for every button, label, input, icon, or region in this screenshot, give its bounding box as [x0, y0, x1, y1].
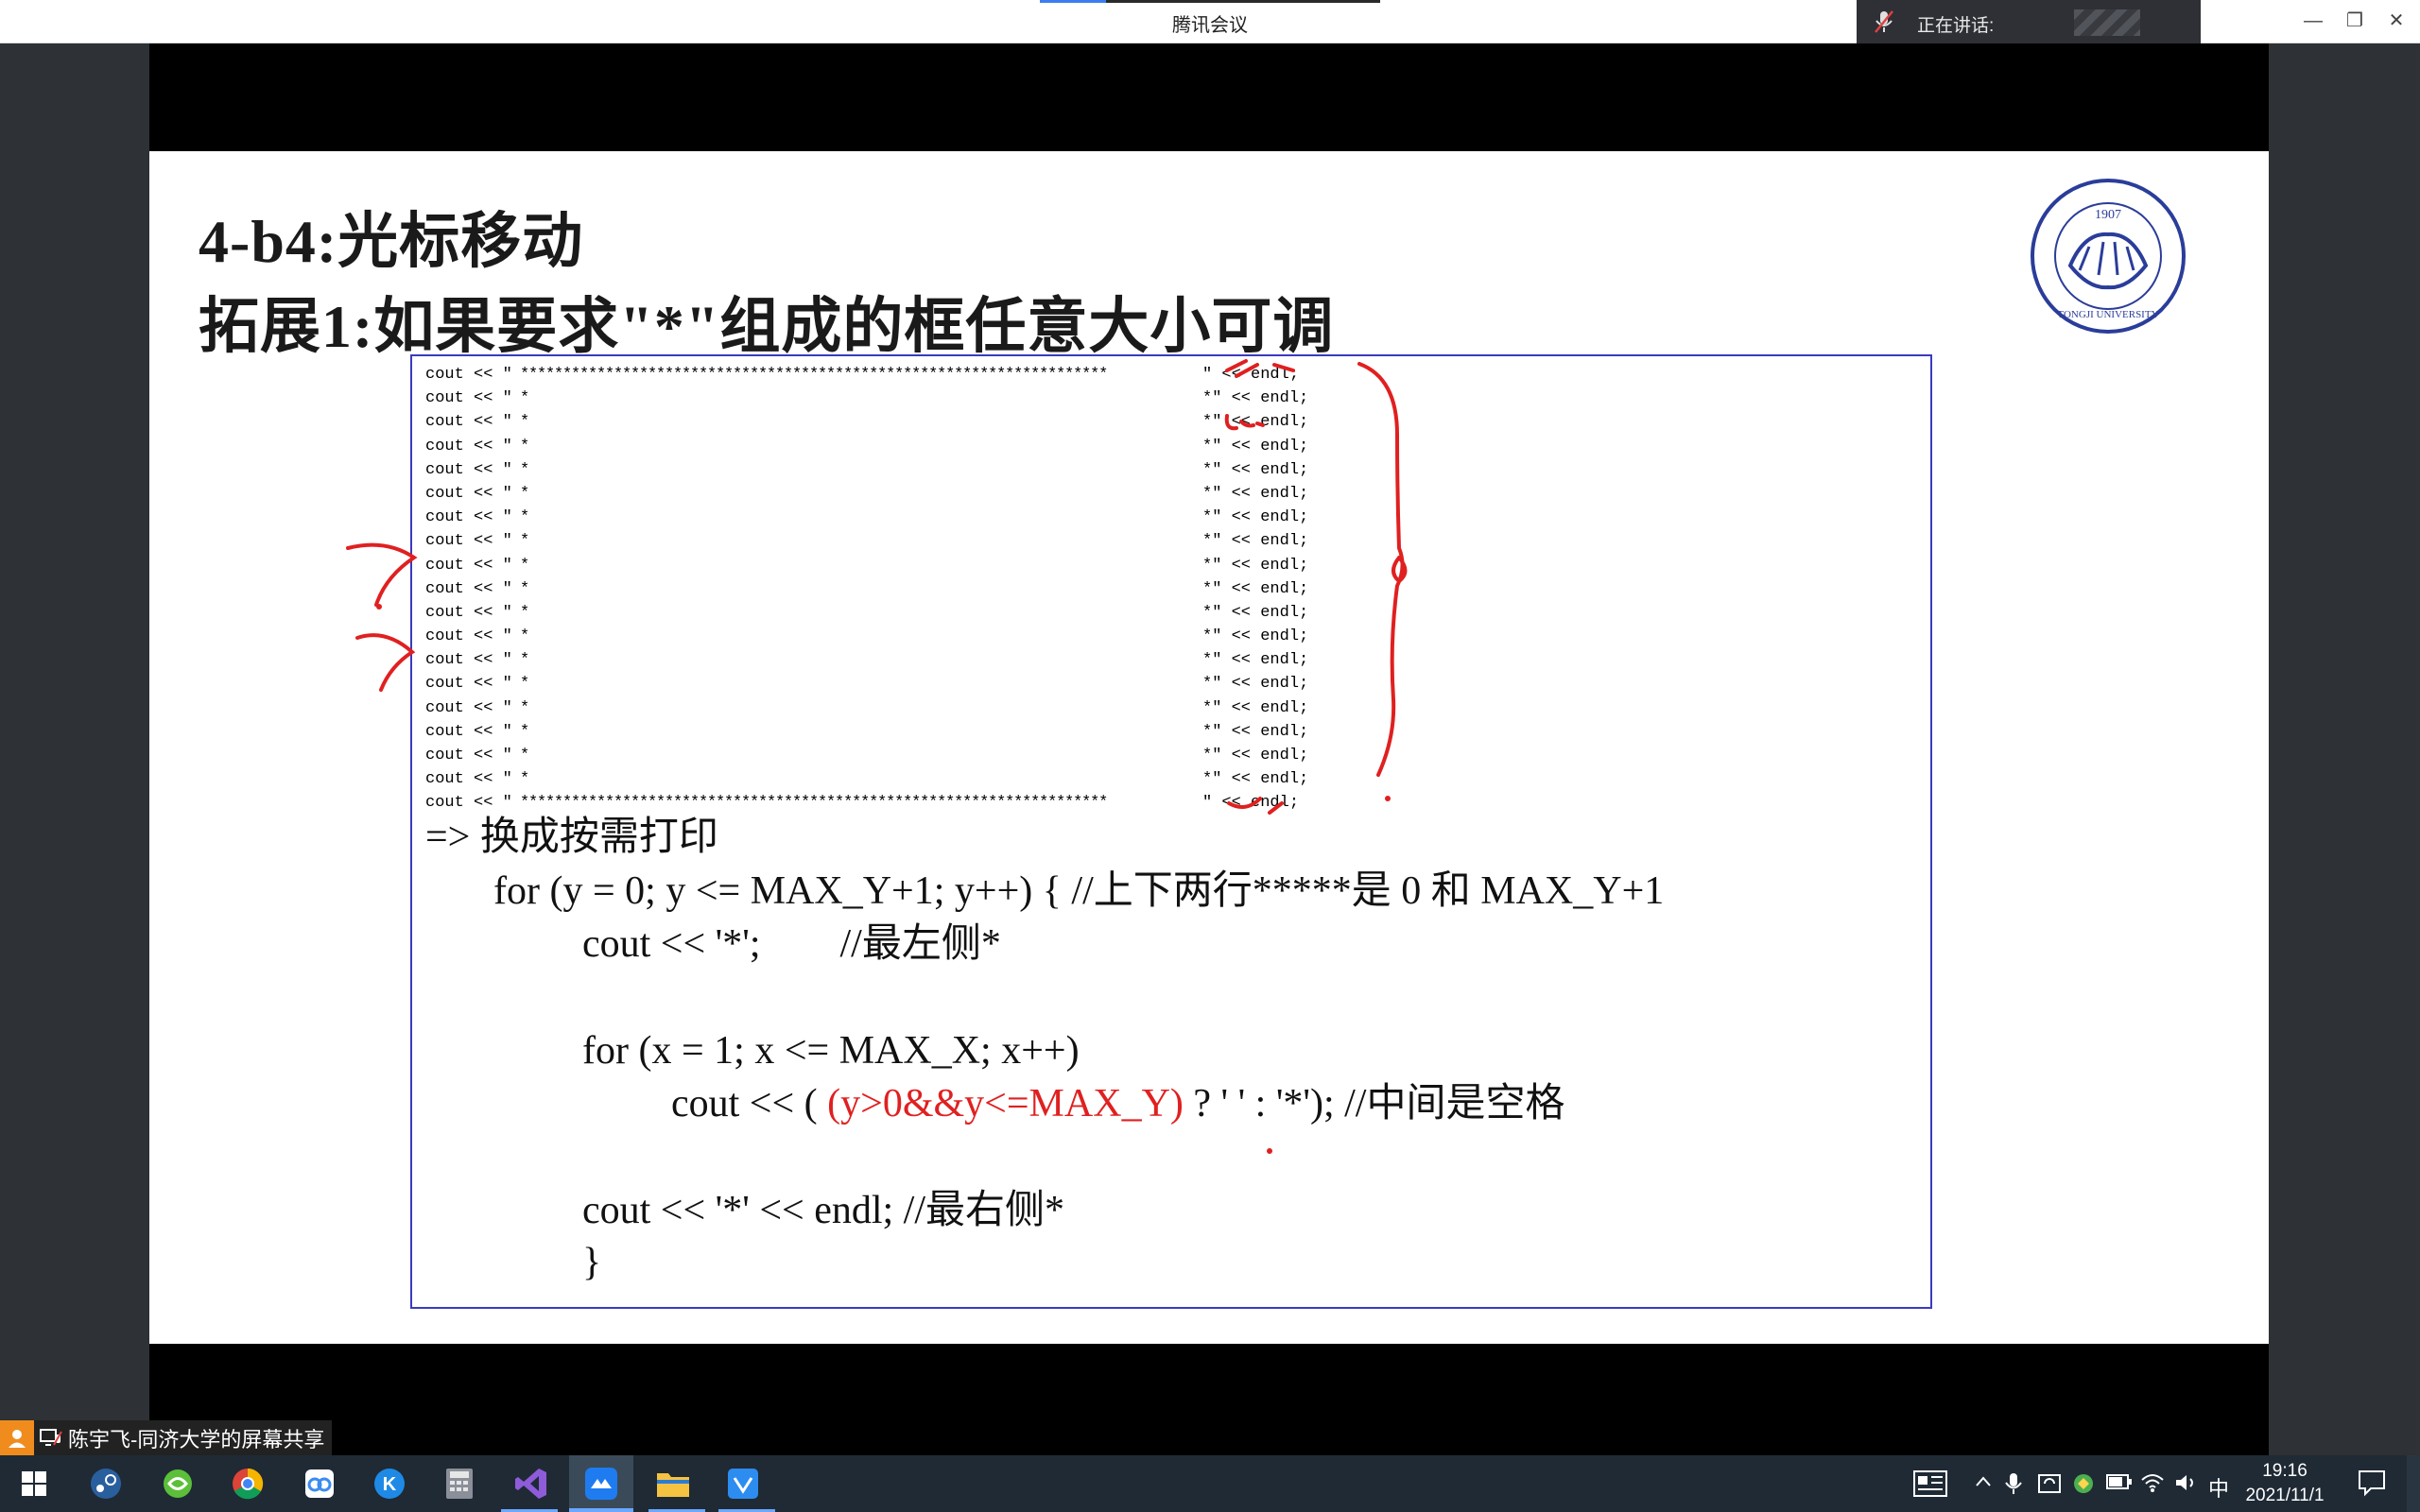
calculator-icon[interactable] — [439, 1463, 480, 1504]
tencent-meeting-taskbar-icon[interactable] — [569, 1455, 633, 1512]
window-title: 腾讯会议 — [1172, 15, 1248, 36]
small-code-line: cout << " * *" << endl; — [425, 651, 1309, 670]
browser-360-icon[interactable] — [157, 1463, 199, 1504]
code-line-2: for (y = 0; y <= MAX_Y+1; y++) { //上下两行*… — [493, 869, 1665, 913]
visual-studio-icon[interactable] — [510, 1463, 552, 1504]
small-code-line: cout << " * *" << endl; — [425, 556, 1309, 575]
svg-text:K: K — [383, 1474, 397, 1495]
ime-indicator[interactable]: 中 — [2208, 1472, 2229, 1503]
share-label-text: 陈宇飞-同济大学的屏幕共享 — [68, 1427, 325, 1452]
slide-subtitle: 拓展1:如果要求"*"组成的框任意大小可调 — [199, 293, 1335, 360]
news-icon[interactable] — [1913, 1470, 1947, 1502]
small-code-line: cout << " * *" << endl; — [425, 508, 1309, 527]
small-code-listing: cout << " *******************************… — [425, 363, 1371, 816]
code-line-6: cout << '*' << endl; //最右侧* — [582, 1189, 1065, 1232]
show-desktop-button[interactable] — [2407, 1455, 2420, 1512]
file-explorer-icon[interactable] — [652, 1463, 694, 1504]
clock-date: 2021/11/1 — [2245, 1486, 2325, 1505]
code-line-1: => 换成按需打印 — [425, 816, 718, 859]
small-code-line: cout << " * *" << endl; — [425, 484, 1309, 503]
code-line-7: } — [582, 1241, 602, 1284]
small-code-line: cout << " * *" << endl; — [425, 698, 1309, 717]
code-line-5: cout << ( (y>0&&y<=MAX_Y) ? ' ' : '*'); … — [671, 1082, 1565, 1125]
small-code-line: cout << " * *" << endl; — [425, 579, 1309, 598]
loading-bar — [1040, 0, 1380, 3]
speaking-label: 正在讲话: — [1917, 16, 1995, 36]
speaker-name-redacted — [2074, 9, 2140, 36]
code-line-3: cout << '*'; //最左侧* — [582, 922, 1001, 966]
logo-text: TONGJI UNIVERSITY — [2057, 309, 2158, 320]
sync-icon[interactable] — [2038, 1472, 2061, 1501]
small-code-line: cout << " * *" << endl; — [425, 770, 1309, 789]
presentation-slide: 4-b4:光标移动 拓展1:如果要求"*"组成的框任意大小可调 1907 TON… — [149, 151, 2269, 1344]
kugou-icon[interactable]: K — [369, 1463, 410, 1504]
speaking-indicator[interactable]: 正在讲话: — [1857, 0, 2201, 47]
clock-time: 19:16 — [2262, 1461, 2308, 1481]
small-code-line: cout << " * *" << endl; — [425, 747, 1309, 765]
green-status-icon[interactable] — [2072, 1472, 2095, 1501]
condition-highlight: (y>0&&y<=MAX_Y) — [827, 1082, 1184, 1125]
small-code-line: cout << " * *" << endl; — [425, 437, 1309, 455]
restore-button[interactable]: ❐ — [2339, 8, 2371, 34]
taskbar: K 中 19:16 2021/11/1 — [0, 1455, 2420, 1512]
screen-share-icon — [40, 1428, 62, 1446]
close-button[interactable]: ✕ — [2380, 8, 2412, 34]
small-code-line: cout << " * *" << endl; — [425, 532, 1309, 551]
microphone-icon[interactable] — [2004, 1472, 2023, 1501]
small-code-line: cout << " * *" << endl; — [425, 413, 1309, 432]
window-titlebar: 腾讯会议 正在讲话: — ❐ ✕ — [0, 0, 2420, 47]
windows-start-icon[interactable] — [13, 1463, 55, 1504]
wifi-icon[interactable] — [2140, 1472, 2165, 1499]
vscode-mail-icon[interactable] — [722, 1463, 764, 1504]
clock[interactable]: 19:16 2021/11/1 — [2242, 1459, 2327, 1508]
slide-title: 4-b4:光标移动 — [199, 208, 584, 275]
stage-margin-left — [0, 43, 149, 1455]
code-line-4: for (x = 1; x <= MAX_X; x++) — [582, 1029, 1080, 1073]
small-code-line: cout << " * *" << endl; — [425, 460, 1309, 479]
tongji-university-logo: 1907 TONGJI UNIVERSITY — [2031, 179, 2186, 334]
chevron-up-icon[interactable] — [1974, 1472, 1993, 1497]
battery-icon[interactable] — [2106, 1472, 2133, 1497]
chrome-icon[interactable] — [227, 1463, 268, 1504]
logo-year: 1907 — [2095, 208, 2121, 222]
steam-icon[interactable] — [85, 1463, 127, 1504]
screen-share-label: 陈宇飞-同济大学的屏幕共享 — [0, 1420, 333, 1455]
baidu-netdisk-icon[interactable] — [299, 1463, 340, 1504]
minimize-button[interactable]: — — [2297, 8, 2329, 34]
notification-icon[interactable] — [2358, 1469, 2386, 1502]
muted-mic-icon — [1875, 10, 1893, 33]
person-icon — [0, 1420, 34, 1455]
small-code-line: cout << " * *" << endl; — [425, 627, 1309, 646]
small-code-line: cout << " *******************************… — [425, 366, 1300, 384]
volume-icon[interactable] — [2174, 1472, 2199, 1499]
small-code-line: cout << " * *" << endl; — [425, 675, 1309, 694]
stage-margin-right — [2269, 43, 2420, 1455]
small-code-line: cout << " * *" << endl; — [425, 603, 1309, 622]
small-code-line: cout << " * *" << endl; — [425, 722, 1309, 741]
small-code-line: cout << " * *" << endl; — [425, 389, 1309, 408]
